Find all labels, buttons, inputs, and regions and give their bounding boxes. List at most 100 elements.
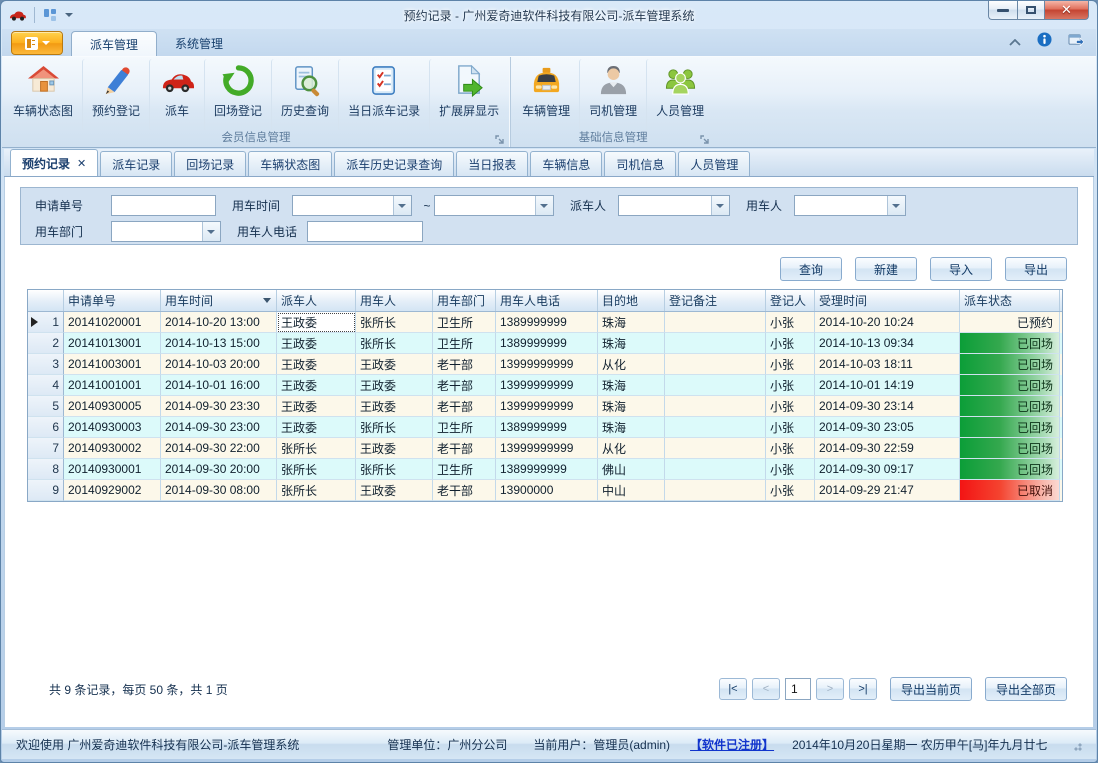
ribbon-button-return-register[interactable]: 回场登记 [204,59,271,131]
cell-dest[interactable]: 珠海 [598,396,665,417]
cell-dest[interactable]: 从化 [598,354,665,375]
ribbon-button-vehicle-status-map[interactable]: 车辆状态图 [4,59,82,131]
close-button[interactable]: ✕ [1044,1,1089,20]
cell-phone[interactable]: 13900000 [496,480,598,501]
layout-icon[interactable] [40,7,60,23]
cell-accept[interactable]: 2014-09-30 22:59 [815,438,960,459]
cell-dept[interactable]: 老干部 [433,480,496,501]
doc-tab-personnel-management[interactable]: 人员管理 [678,151,750,176]
cell-phone[interactable]: 13999999999 [496,396,598,417]
cell-dept[interactable]: 卫生所 [433,312,496,333]
doc-tab-dispatch-history-query[interactable]: 派车历史记录查询 [334,151,454,176]
cell-order[interactable]: 20140930002 [64,438,161,459]
dispatcher-combobox[interactable] [618,195,730,216]
cell-dest[interactable]: 中山 [598,480,665,501]
next-page-button[interactable]: > [816,678,844,700]
table-row[interactable]: 7201409300022014-09-30 22:00张所长王政委老干部139… [28,438,1062,459]
cell-dispatcher[interactable]: 王政委 [277,312,356,333]
cell-accept[interactable]: 2014-10-20 10:24 [815,312,960,333]
cell-dept[interactable]: 卫生所 [433,459,496,480]
cell-registrar[interactable]: 小张 [766,459,815,480]
cell-order[interactable]: 20140930001 [64,459,161,480]
cell-accept[interactable]: 2014-10-13 09:34 [815,333,960,354]
cell-phone[interactable]: 13999999999 [496,438,598,459]
cell-user[interactable]: 张所长 [356,417,433,438]
cell-note[interactable] [665,312,766,333]
cell-dest[interactable]: 珠海 [598,312,665,333]
cell-registrar[interactable]: 小张 [766,417,815,438]
cell-order[interactable]: 20141001001 [64,375,161,396]
col-header-accept[interactable]: 受理时间 [815,290,960,311]
export-all-pages-button[interactable]: 导出全部页 [985,677,1067,701]
cell-time[interactable]: 2014-10-01 16:00 [161,375,277,396]
cell-user[interactable]: 王政委 [356,480,433,501]
cell-time[interactable]: 2014-10-03 20:00 [161,354,277,375]
cell-dispatcher[interactable]: 王政委 [277,417,356,438]
cell-phone[interactable]: 13999999999 [496,375,598,396]
info-icon[interactable] [1037,32,1052,52]
row-header-cell[interactable]: 6 [28,417,64,438]
cell-dept[interactable]: 老干部 [433,375,496,396]
first-page-button[interactable]: |< [719,678,747,700]
col-header-dept[interactable]: 用车部门 [433,290,496,311]
status-cell[interactable]: 已回场 [960,417,1060,438]
table-row[interactable]: 1201410200012014-10-20 13:00王政委张所长卫生所138… [28,312,1062,333]
row-header-cell[interactable]: 7 [28,438,64,459]
table-row[interactable]: 8201409300012014-09-30 20:00张所长张所长卫生所138… [28,459,1062,480]
cell-time[interactable]: 2014-09-30 23:30 [161,396,277,417]
cell-order[interactable]: 20141003001 [64,354,161,375]
cell-note[interactable] [665,459,766,480]
cell-note[interactable] [665,480,766,501]
cell-order[interactable]: 20141020001 [64,312,161,333]
cell-time[interactable]: 2014-09-30 23:00 [161,417,277,438]
doc-tab-vehicle-status-map[interactable]: 车辆状态图 [248,151,332,176]
cell-dept[interactable]: 卫生所 [433,333,496,354]
export-current-page-button[interactable]: 导出当前页 [890,677,972,701]
new-button[interactable]: 新建 [855,257,917,281]
cell-accept[interactable]: 2014-10-03 18:11 [815,354,960,375]
use-dept-combobox[interactable] [111,221,221,242]
switch-window-icon[interactable] [1068,33,1084,52]
cell-user[interactable]: 王政委 [356,438,433,459]
cell-time[interactable]: 2014-10-13 15:00 [161,333,277,354]
cell-dest[interactable]: 珠海 [598,417,665,438]
cell-registrar[interactable]: 小张 [766,375,815,396]
ribbon-button-today-dispatch-records[interactable]: 当日派车记录 [338,59,429,131]
query-button[interactable]: 查询 [780,257,842,281]
cell-note[interactable] [665,375,766,396]
cell-dest[interactable]: 从化 [598,438,665,459]
status-cell[interactable]: 已回场 [960,396,1060,417]
cell-dispatcher[interactable]: 王政委 [277,375,356,396]
doc-tab-vehicle-info[interactable]: 车辆信息 [530,151,602,176]
cell-dest[interactable]: 佛山 [598,459,665,480]
cell-phone[interactable]: 1389999999 [496,417,598,438]
row-header-cell[interactable]: 1 [28,312,64,333]
cell-order[interactable]: 20140930005 [64,396,161,417]
cell-phone[interactable]: 1389999999 [496,459,598,480]
ribbon-button-personnel-management[interactable]: 人员管理 [646,59,713,131]
cell-dispatcher[interactable]: 张所长 [277,459,356,480]
cell-note[interactable] [665,417,766,438]
cell-dispatcher[interactable]: 王政委 [277,333,356,354]
cell-dept[interactable]: 卫生所 [433,417,496,438]
doc-tab-driver-info[interactable]: 司机信息 [604,151,676,176]
cell-user[interactable]: 张所长 [356,312,433,333]
cell-dispatcher[interactable]: 张所长 [277,480,356,501]
cell-registrar[interactable]: 小张 [766,333,815,354]
ribbon-tab-system-management[interactable]: 系统管理 [157,31,241,56]
cell-time[interactable]: 2014-09-30 22:00 [161,438,277,459]
row-header-cell[interactable]: 5 [28,396,64,417]
user-phone-input[interactable] [307,221,423,242]
cell-accept[interactable]: 2014-09-30 09:17 [815,459,960,480]
cell-registrar[interactable]: 小张 [766,438,815,459]
cell-dept[interactable]: 老干部 [433,396,496,417]
use-time-to-combobox[interactable] [434,195,554,216]
doc-tab-dispatch-records[interactable]: 派车记录 [100,151,172,176]
use-time-from-combobox[interactable] [292,195,412,216]
maximize-button[interactable] [1017,1,1044,20]
doc-tab-reservation-records[interactable]: 预约记录✕ [10,149,98,176]
ribbon-button-vehicle-management[interactable]: 车辆管理 [513,59,579,131]
status-cell[interactable]: 已预约 [960,312,1060,333]
col-header-phone[interactable]: 用车人电话 [496,290,598,311]
table-row[interactable]: 4201410010012014-10-01 16:00王政委王政委老干部139… [28,375,1062,396]
